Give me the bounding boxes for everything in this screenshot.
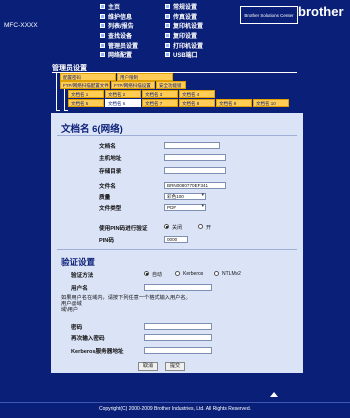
username-label: 用户名 bbox=[71, 286, 88, 292]
file-name-input[interactable]: BRN0080770EF341 bbox=[164, 182, 226, 189]
doc-name-label: 文档名 bbox=[99, 144, 116, 150]
tab-config-password[interactable]: 配置密码 bbox=[60, 73, 116, 81]
brand-logo[interactable]: brother bbox=[298, 4, 344, 19]
menu-fax-setup[interactable]: 传真设置 bbox=[165, 12, 203, 22]
auth-ntlm-label: NTLMv2 bbox=[222, 271, 241, 277]
host-label: 主机地址 bbox=[99, 156, 122, 162]
auth-kerberos-label: Kerberos bbox=[183, 271, 204, 277]
tab-doc-8[interactable]: 文档名 8 bbox=[179, 99, 215, 107]
menu-home[interactable]: 主页 bbox=[100, 2, 138, 12]
divider bbox=[57, 135, 297, 136]
bullet-icon bbox=[165, 52, 170, 58]
model-name: MFC-XXXX bbox=[4, 22, 38, 29]
footer-divider bbox=[0, 402, 350, 403]
username-input[interactable] bbox=[144, 284, 212, 291]
store-dir-label: 存储目录 bbox=[99, 169, 122, 175]
bullet-icon bbox=[165, 4, 170, 10]
submit-button[interactable]: 提交 bbox=[165, 362, 185, 371]
pin-auth-label: 使用PIN码进行验证 bbox=[99, 226, 148, 232]
repassword-input[interactable] bbox=[144, 334, 212, 341]
store-dir-input[interactable] bbox=[164, 167, 226, 174]
bullet-icon bbox=[100, 4, 105, 10]
file-type-label: 文件类型 bbox=[99, 206, 122, 212]
doc-name-input[interactable] bbox=[164, 142, 220, 149]
copyright-text: Copyright(C) 2000-2009 Brother Industrie… bbox=[98, 406, 252, 412]
tab-doc-7[interactable]: 文档名 7 bbox=[142, 99, 178, 107]
tab-doc-6[interactable]: 文档名 6 bbox=[105, 99, 141, 107]
pin-code-label: PIN码 bbox=[99, 238, 114, 244]
tab-ftp-settings[interactable]: FTP/网络扫描设置 bbox=[111, 81, 155, 89]
tab-secure-function-lock[interactable]: 安全功能锁 bbox=[156, 81, 186, 89]
menu-usb-port[interactable]: USB端口 bbox=[165, 50, 203, 60]
tab-doc-9[interactable]: 文档名 9 bbox=[216, 99, 252, 107]
bullet-icon bbox=[100, 23, 105, 29]
pin-on-radio[interactable] bbox=[198, 224, 203, 229]
kerberos-server-label: Kerberos服务器地址 bbox=[71, 349, 124, 355]
pin-on-label: 开 bbox=[206, 225, 212, 231]
solutions-center-link[interactable]: Brother Solutions Center bbox=[240, 6, 298, 24]
menu-general-setup[interactable]: 常规设置 bbox=[165, 2, 203, 12]
auth-section-title: 验证设置 bbox=[61, 257, 96, 267]
bullet-icon bbox=[165, 33, 170, 39]
menu-find-device[interactable]: 查找设备 bbox=[100, 31, 138, 41]
bullet-icon bbox=[100, 13, 105, 19]
tab-doc-2[interactable]: 文档名 2 bbox=[105, 90, 141, 98]
tab-ftp-profile[interactable]: FTP/网络扫描配置文件 bbox=[60, 81, 110, 89]
auth-auto-radio[interactable] bbox=[144, 271, 149, 276]
menu-admin-settings[interactable]: 管理员设置 bbox=[100, 40, 138, 50]
tab-doc-3[interactable]: 文档名 3 bbox=[142, 90, 178, 98]
auth-ntlm-radio[interactable] bbox=[214, 271, 219, 276]
auth-kerberos-radio[interactable] bbox=[175, 271, 180, 276]
file-name-label: 文件名 bbox=[99, 184, 116, 190]
header: brother MFC-XXXX 主页 维护信息 列表/报告 查找设备 管理员设… bbox=[0, 0, 350, 59]
tab-doc-1[interactable]: 文档名 1 bbox=[68, 90, 104, 98]
bullet-icon bbox=[100, 42, 105, 48]
auth-method-label: 验证方法 bbox=[71, 273, 94, 279]
tab-user-restriction[interactable]: 用户限制 bbox=[117, 73, 173, 81]
tab-doc-4[interactable]: 文档名 4 bbox=[179, 90, 215, 98]
menu-copier-setup[interactable]: 复印机设置 bbox=[165, 21, 203, 31]
username-note-format2: 域\用户 bbox=[61, 307, 79, 313]
main-menu-right: 常规设置 传真设置 复印机设置 复印设置 打印机设置 USB端口 bbox=[165, 2, 203, 60]
menu-maintenance[interactable]: 维护信息 bbox=[100, 12, 138, 22]
divider bbox=[57, 249, 297, 250]
tab-doc-10[interactable]: 文档名 10 bbox=[253, 99, 289, 107]
pin-code-input[interactable]: 0000 bbox=[164, 236, 188, 243]
pin-off-radio[interactable] bbox=[164, 224, 169, 229]
quality-label: 质量 bbox=[99, 195, 111, 201]
back-to-top-icon[interactable] bbox=[270, 392, 278, 397]
host-input[interactable] bbox=[164, 154, 226, 161]
page-title: 文档名 6(网络) bbox=[61, 124, 123, 135]
bullet-icon bbox=[165, 13, 170, 19]
menu-lists-reports[interactable]: 列表/报告 bbox=[100, 21, 138, 31]
quality-select[interactable]: 彩色100 bbox=[164, 193, 206, 200]
kerberos-server-input[interactable] bbox=[144, 347, 212, 354]
password-input[interactable] bbox=[144, 323, 212, 330]
file-type-select[interactable]: PDF bbox=[164, 204, 206, 211]
settings-panel: 文档名 6(网络) 文档名 主机地址 存储目录 文件名 BRN0080770EF… bbox=[51, 113, 303, 373]
password-label: 密码 bbox=[71, 325, 83, 331]
menu-network-config[interactable]: 网络配置 bbox=[100, 50, 138, 60]
main-menu-left: 主页 维护信息 列表/报告 查找设备 管理员设置 网络配置 bbox=[100, 2, 138, 60]
auth-auto-label: 自动 bbox=[152, 272, 163, 278]
bullet-icon bbox=[165, 23, 170, 29]
menu-printer-setup[interactable]: 打印机设置 bbox=[165, 40, 203, 50]
cancel-button[interactable]: 取消 bbox=[138, 362, 158, 371]
bullet-icon bbox=[100, 33, 105, 39]
bullet-icon bbox=[165, 42, 170, 48]
tab-doc-5[interactable]: 文档名 5 bbox=[68, 99, 104, 107]
pin-off-label: 关闭 bbox=[172, 225, 183, 231]
bullet-icon bbox=[100, 52, 105, 58]
menu-copy-setup[interactable]: 复印设置 bbox=[165, 31, 203, 41]
repassword-label: 再次输入密码 bbox=[71, 336, 105, 342]
